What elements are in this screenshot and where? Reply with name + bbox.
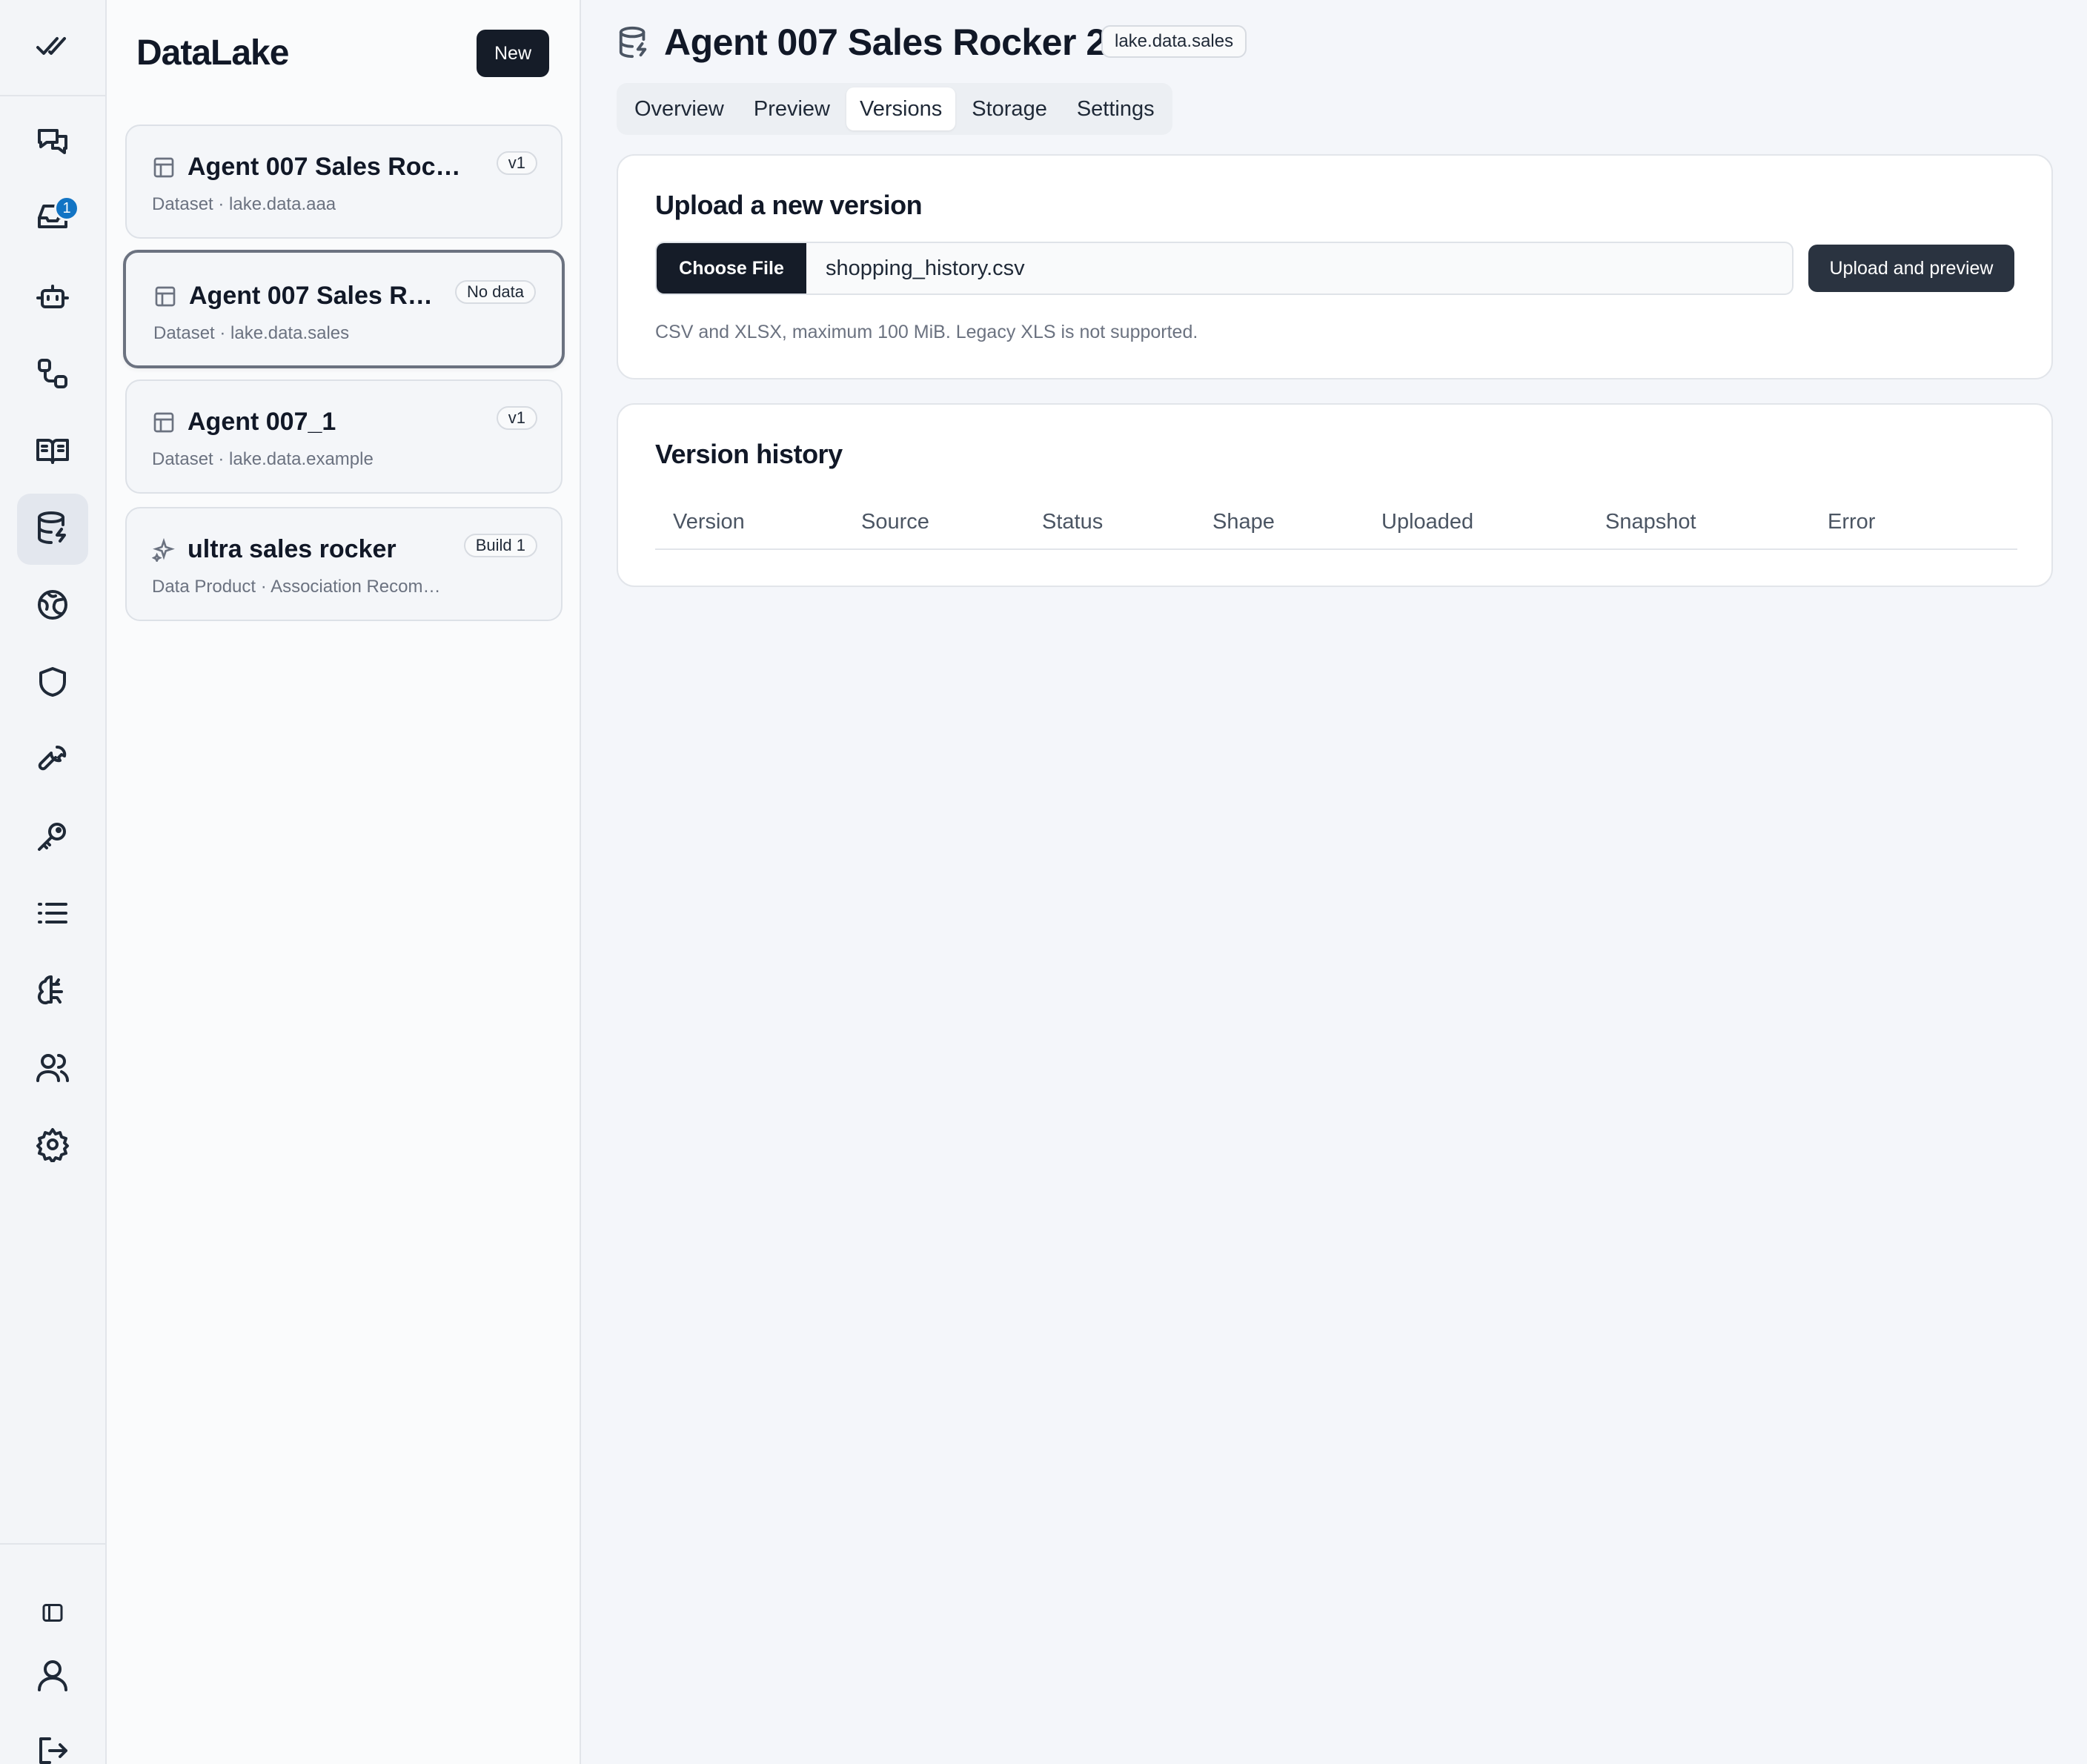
table-icon <box>152 411 176 434</box>
new-button[interactable]: New <box>477 30 549 77</box>
logout-icon <box>35 1733 70 1764</box>
dataset-card-badge: No data <box>454 280 536 304</box>
namespace-badge: lake.data.sales <box>1101 25 1247 58</box>
brain-icon <box>35 972 70 1012</box>
bot-icon <box>35 279 70 318</box>
upload-panel: Upload a new version Choose File shoppin… <box>617 154 2053 379</box>
logout-button[interactable] <box>17 1717 88 1764</box>
dataset-card[interactable]: Agent 007_1 v1 Dataset · lake.data.examp… <box>125 379 563 494</box>
app: 1 DataLake New Agent 007 Sales Rocker v1… <box>0 0 2087 1764</box>
dataset-card-title: Agent 007_1 <box>188 408 336 436</box>
rail-workflows[interactable] <box>17 339 88 411</box>
database-icon <box>617 25 651 59</box>
upload-and-preview-button[interactable]: Upload and preview <box>1808 245 2014 292</box>
sidebar-title: DataLake <box>136 33 289 73</box>
double-check-icon <box>35 28 70 67</box>
selected-file-name: shopping_history.csv <box>826 256 1025 280</box>
table-icon <box>152 156 176 179</box>
rail-web[interactable] <box>17 571 88 642</box>
data-product-subtitle: Data Product · Association Recommendatio… <box>152 577 448 597</box>
inbox-count-badge: 1 <box>54 196 79 221</box>
rail-users[interactable] <box>17 1033 88 1104</box>
column-header[interactable]: Version <box>673 510 745 534</box>
upload-hint: CSV and XLSX, maximum 100 MiB. Legacy XL… <box>655 322 1198 342</box>
dataset-card-title: Agent 007 Sales Rocker <box>188 153 462 181</box>
data-product-card[interactable]: ultra sales rocker Build 1 Data Product … <box>125 507 563 621</box>
dataset-card[interactable]: Agent 007 Sales Rocker v1 Dataset · lake… <box>125 125 563 239</box>
tab-overview[interactable]: Overview <box>621 87 737 130</box>
dataset-card-selected[interactable]: Agent 007 Sales Rocker 2 No data Dataset… <box>123 250 565 368</box>
dataset-sidebar: DataLake New Agent 007 Sales Rocker v1 D… <box>107 0 581 1764</box>
rail-datalake[interactable] <box>17 494 88 565</box>
rail-bottom <box>0 1543 105 1764</box>
key-icon <box>35 818 70 858</box>
version-history-title: Version history <box>655 439 843 469</box>
page-title: Agent 007 Sales Rocker 2 <box>664 21 1106 63</box>
tab-versions[interactable]: Versions <box>846 87 956 130</box>
rail-agents[interactable] <box>17 262 88 334</box>
rail-settings[interactable] <box>17 1110 88 1181</box>
version-history-panel: Version history Version Source Status Sh… <box>617 403 2053 587</box>
version-history-header: Version Source Status Shape Uploaded Sna… <box>655 505 2017 550</box>
shield-icon <box>35 664 70 703</box>
data-product-badge: Build 1 <box>463 534 537 557</box>
workflow-icon <box>35 356 70 395</box>
dataset-card-badge: v1 <box>496 406 537 430</box>
tab-settings[interactable]: Settings <box>1064 87 1168 130</box>
dataset-card-badge: v1 <box>496 151 537 175</box>
chat-icon <box>35 125 70 164</box>
column-header[interactable]: Error <box>1828 510 1875 534</box>
wrench-icon <box>35 741 70 780</box>
choose-file-button[interactable]: Choose File <box>657 243 806 294</box>
user-icon <box>35 1657 70 1697</box>
rail-keys[interactable] <box>17 802 88 873</box>
sparkle-icon <box>151 537 176 563</box>
sidebar-toggle-button[interactable] <box>17 1579 88 1650</box>
main-content: Agent 007 Sales Rocker 2 lake.data.sales… <box>583 0 2087 1764</box>
users-icon <box>35 1050 70 1089</box>
globe-icon <box>35 587 70 626</box>
upload-title: Upload a new version <box>655 190 923 220</box>
sidebar-toggle-icon <box>39 1599 66 1630</box>
rail-models[interactable] <box>17 956 88 1027</box>
rail-logo[interactable] <box>0 0 105 96</box>
rail-tools[interactable] <box>17 725 88 796</box>
rail-list[interactable] <box>17 879 88 950</box>
gear-icon <box>35 1127 70 1166</box>
column-header[interactable]: Source <box>861 510 929 534</box>
book-icon <box>35 433 70 472</box>
column-header[interactable]: Shape <box>1212 510 1275 534</box>
tab-bar: Overview Preview Versions Storage Settin… <box>617 83 1172 135</box>
icon-rail: 1 <box>0 0 107 1764</box>
database-icon <box>35 510 70 549</box>
tab-preview[interactable]: Preview <box>740 87 843 130</box>
column-header[interactable]: Status <box>1042 510 1103 534</box>
dataset-card-title: Agent 007 Sales Rocker 2 <box>189 282 445 310</box>
profile-button[interactable] <box>17 1641 88 1712</box>
column-header[interactable]: Snapshot <box>1605 510 1696 534</box>
rail-chat[interactable] <box>17 108 88 179</box>
rail-inbox[interactable]: 1 <box>17 182 88 253</box>
tab-storage[interactable]: Storage <box>958 87 1061 130</box>
dataset-card-subtitle: Dataset · lake.data.aaa <box>152 194 336 214</box>
column-header[interactable]: Uploaded <box>1381 510 1473 534</box>
rail-knowledge[interactable] <box>17 417 88 488</box>
dataset-card-subtitle: Dataset · lake.data.example <box>152 449 374 469</box>
rail-security[interactable] <box>17 648 88 719</box>
table-icon <box>153 285 177 308</box>
list-icon <box>35 895 70 935</box>
data-product-title: ultra sales rocker <box>188 535 397 563</box>
file-input[interactable]: Choose File shopping_history.csv <box>655 242 1794 295</box>
dataset-card-subtitle: Dataset · lake.data.sales <box>153 323 350 343</box>
